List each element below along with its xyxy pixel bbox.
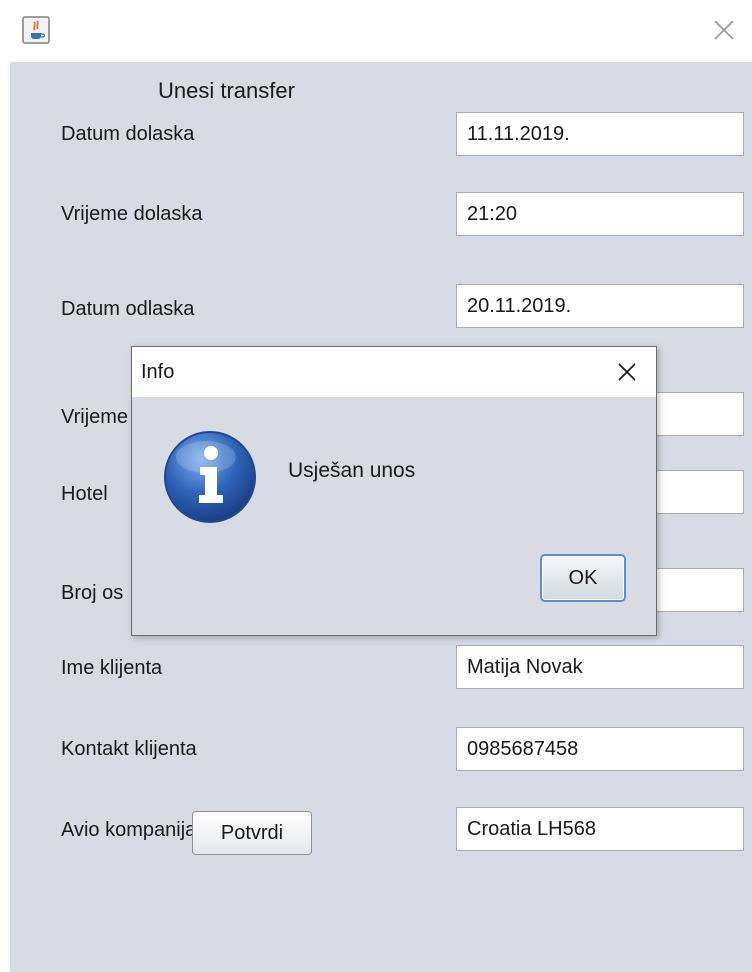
info-dialog: Info Usješan unos OK — [131, 346, 657, 636]
info-icon — [164, 431, 256, 523]
datum-dolaska-input[interactable] — [456, 112, 744, 156]
label-datum-odlaska: Datum odlaska — [61, 298, 195, 320]
ok-button[interactable]: OK — [540, 554, 626, 602]
label-datum-dolaska: Datum dolaska — [61, 123, 195, 145]
window-titlebar — [0, 0, 752, 62]
label-vrijeme-odlaska: Vrijeme — [61, 406, 129, 428]
label-hotel: Hotel — [61, 483, 108, 505]
dialog-title: Info — [141, 361, 175, 383]
dialog-message: Usješan unos — [288, 459, 416, 482]
label-broj-osoba: Broj os — [61, 582, 124, 604]
label-ime-klijenta: Ime klijenta — [61, 657, 163, 679]
label-vrijeme-dolaska: Vrijeme dolaska — [61, 203, 203, 225]
ime-klijenta-input[interactable] — [456, 645, 744, 689]
vrijeme-dolaska-input[interactable] — [456, 192, 744, 236]
avio-kompanija-input[interactable] — [456, 807, 744, 851]
kontakt-klijenta-input[interactable] — [456, 727, 744, 771]
dialog-titlebar: Info — [132, 347, 656, 397]
close-icon[interactable] — [712, 18, 736, 42]
potvrdi-button[interactable]: Potvrdi — [192, 811, 312, 855]
label-kontakt-klijenta: Kontakt klijenta — [61, 738, 197, 760]
java-cup-icon — [22, 16, 50, 44]
close-icon[interactable] — [616, 361, 638, 383]
datum-odlaska-input[interactable] — [456, 284, 744, 328]
form-heading: Unesi transfer — [158, 78, 295, 103]
